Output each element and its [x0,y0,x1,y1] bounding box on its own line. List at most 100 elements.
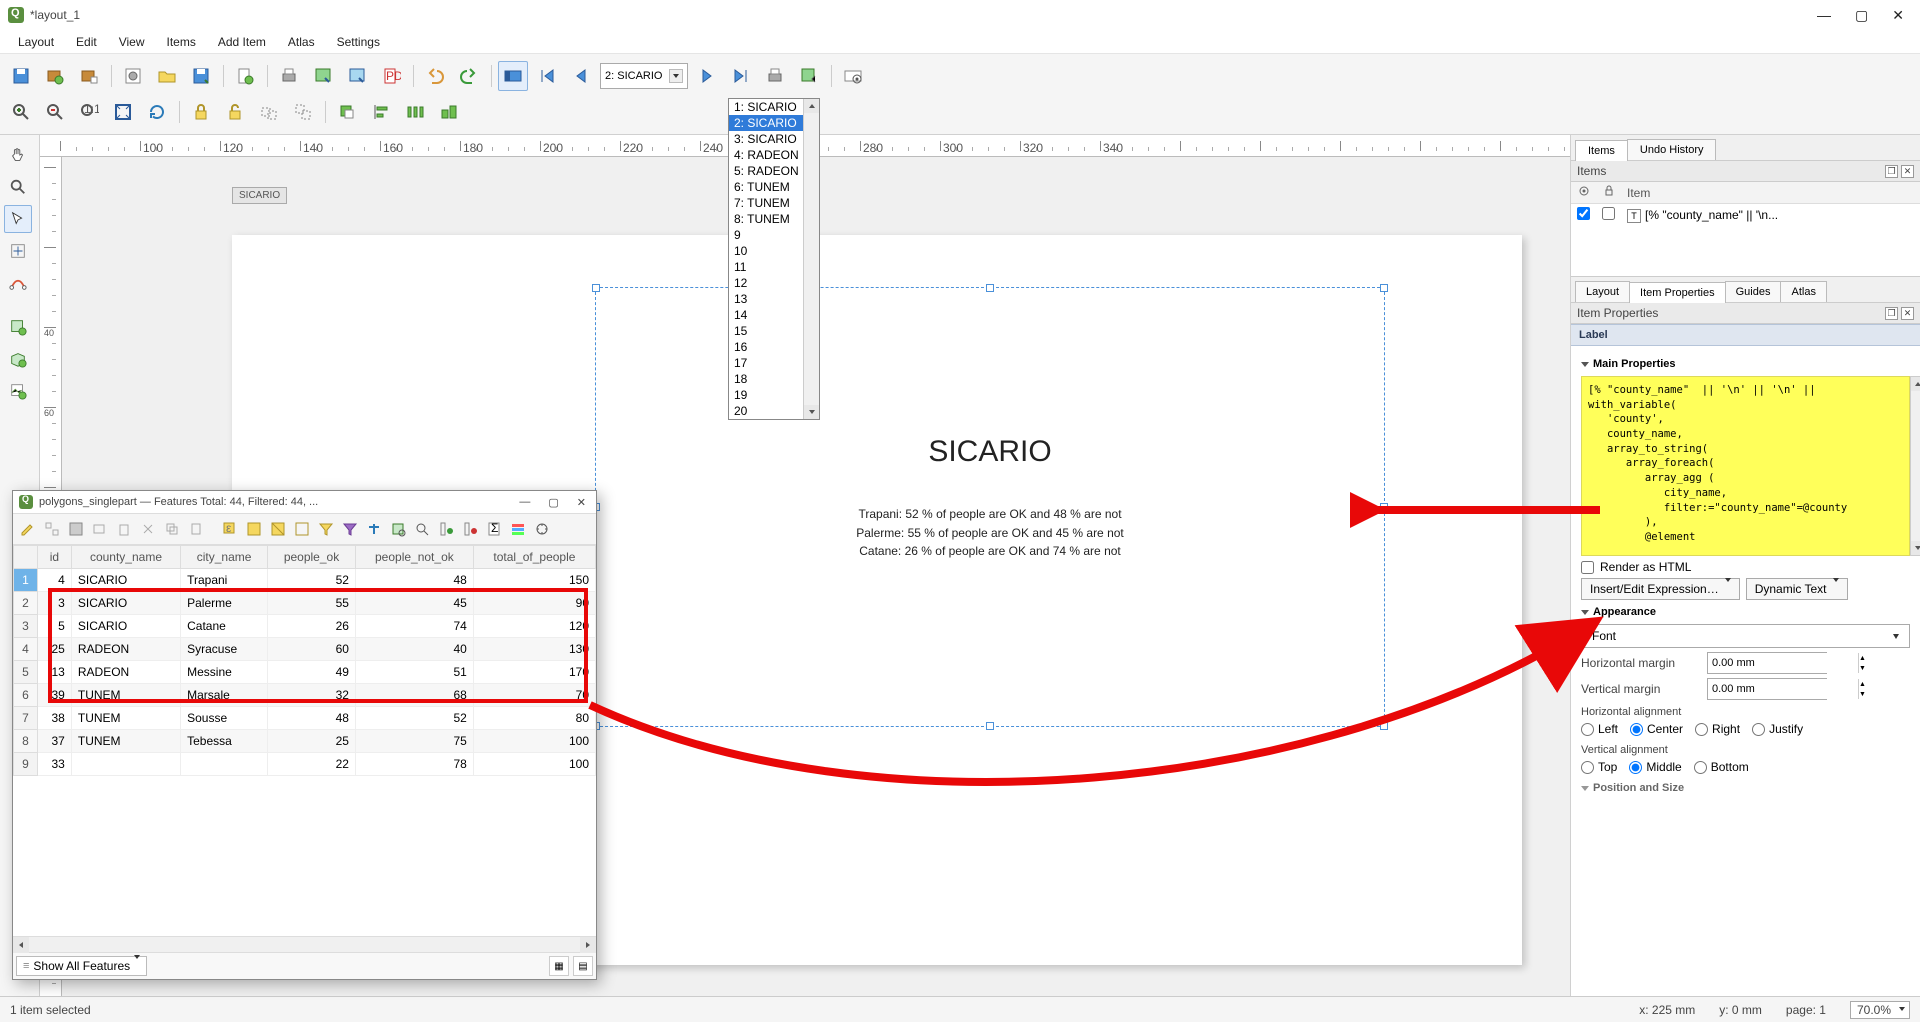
item-visible-checkbox[interactable] [1577,207,1590,220]
unlock-icon[interactable] [220,97,250,127]
deselect-icon[interactable] [291,518,313,540]
table-row[interactable]: 9332278100 [14,753,596,776]
atlas-dropdown-list[interactable]: 1: SICARIO2: SICARIO3: SICARIO4: RADEON5… [728,98,820,420]
field-calc-icon[interactable]: Σ [483,518,505,540]
zoom-actual-icon[interactable]: 1:1 [74,97,104,127]
resize-icon[interactable] [434,97,464,127]
table-row[interactable]: 837TUNEMTebessa2575100 [14,730,596,753]
add-map-icon[interactable] [4,313,32,341]
table-row[interactable]: 513RADEONMessine4951170 [14,661,596,684]
atlas-prev-icon[interactable] [566,61,596,91]
invert-sel-icon[interactable] [267,518,289,540]
close-button[interactable]: ✕ [1892,7,1904,24]
select-all-icon[interactable] [243,518,265,540]
panel-close-icon[interactable]: ✕ [1901,165,1914,178]
save-edits-icon[interactable] [65,518,87,540]
cut-icon[interactable] [137,518,159,540]
zoom-in-icon[interactable] [6,97,36,127]
pan-tool-icon[interactable] [4,141,32,169]
save-as-template-icon[interactable] [186,61,216,91]
delete-feature-icon[interactable] [113,518,135,540]
table-row[interactable]: 639TUNEMMarsale326870 [14,684,596,707]
menu-view[interactable]: View [109,32,155,52]
menu-atlas[interactable]: Atlas [278,32,325,52]
edit-pencil-icon[interactable] [17,518,39,540]
add-3dmap-icon[interactable] [4,345,32,373]
attr-close-button[interactable]: ✕ [577,496,586,509]
distribute-icon[interactable] [400,97,430,127]
table-row[interactable]: 14SICARIOTrapani5248150 [14,569,596,592]
new-layout-icon[interactable] [40,61,70,91]
expression-scrollbar[interactable] [1910,376,1920,556]
table-row[interactable]: 425RADEONSyracuse6040130 [14,638,596,661]
table-row[interactable]: 738TUNEMSousse485280 [14,707,596,730]
align-left-icon[interactable] [366,97,396,127]
tab-undo-history[interactable]: Undo History [1627,139,1717,160]
atlas-feature-combo[interactable]: 2: SICARIO [600,63,688,89]
atlas-last-icon[interactable] [726,61,756,91]
table-view-icon[interactable]: ▦ [549,956,569,976]
select-expr-icon[interactable]: ε [219,518,241,540]
copy-icon[interactable] [161,518,183,540]
tab-item-properties[interactable]: Item Properties [1629,282,1726,303]
move-top-icon[interactable] [363,518,385,540]
move-content-icon[interactable] [4,237,32,265]
attr-maximize-button[interactable]: ▢ [548,496,558,509]
valign-radios[interactable]: Top Middle Bottom [1581,760,1910,774]
panel-close-icon[interactable]: ✕ [1901,307,1914,320]
export-svg-icon[interactable] [342,61,372,91]
actions-icon[interactable] [531,518,553,540]
vmargin-spinner[interactable]: ▲▼ [1707,678,1827,700]
menu-settings[interactable]: Settings [327,32,390,52]
menu-items[interactable]: Items [157,32,206,52]
lock-icon[interactable] [186,97,216,127]
add-feature-icon[interactable] [89,518,111,540]
redo-icon[interactable] [454,61,484,91]
atlas-print-icon[interactable] [760,61,790,91]
export-pdf-icon[interactable]: PDF [376,61,406,91]
table-row[interactable]: 23SICARIOPalerme554590 [14,592,596,615]
menu-add-item[interactable]: Add Item [208,32,276,52]
add-picture-icon[interactable] [4,377,32,405]
expression-textbox[interactable]: [% "county_name" || '\n' || '\n' || with… [1581,376,1910,556]
pan-to-icon[interactable] [387,518,409,540]
font-selector[interactable]: Font [1581,624,1910,648]
open-folder-icon[interactable] [152,61,182,91]
chevron-down-icon[interactable] [669,69,683,83]
filter-sel-icon[interactable] [315,518,337,540]
menu-layout[interactable]: Layout [8,32,64,52]
edit-nodes-icon[interactable] [4,269,32,297]
zoom-full-icon[interactable] [108,97,138,127]
new-column-icon[interactable] [435,518,457,540]
panel-undock-icon[interactable]: ❐ [1885,307,1898,320]
conditional-format-icon[interactable] [507,518,529,540]
atlas-settings-icon[interactable] [838,61,868,91]
save-icon[interactable] [6,61,36,91]
raise-icon[interactable] [332,97,362,127]
minimize-button[interactable]: — [1817,7,1831,24]
attr-hscrollbar[interactable] [13,936,596,952]
group-appearance[interactable]: Appearance [1581,606,1910,618]
tab-guides[interactable]: Guides [1725,281,1782,302]
atlas-export-icon[interactable] [794,61,824,91]
print-icon[interactable] [274,61,304,91]
group-icon[interactable] [254,97,284,127]
table-row[interactable]: 35SICARIOCatane2674120 [14,615,596,638]
zoom-out-icon[interactable] [40,97,70,127]
ungroup-icon[interactable] [288,97,318,127]
dynamic-text-button[interactable]: Dynamic Text [1746,578,1848,600]
delete-column-icon[interactable] [459,518,481,540]
atlas-next-icon[interactable] [692,61,722,91]
show-all-features-button[interactable]: Show All Features [16,956,147,976]
paste-icon[interactable] [185,518,207,540]
layout-manager-icon[interactable] [118,61,148,91]
tab-items[interactable]: Items [1575,140,1628,161]
panel-undock-icon[interactable]: ❐ [1885,165,1898,178]
menu-edit[interactable]: Edit [66,32,107,52]
group-main-properties[interactable]: Main Properties [1581,358,1910,370]
filter-icon[interactable] [339,518,361,540]
attribute-table-window[interactable]: polygons_singlepart — Features Total: 44… [12,490,597,980]
form-view-icon[interactable]: ▤ [573,956,593,976]
item-locked-checkbox[interactable] [1602,207,1615,220]
hmargin-spinner[interactable]: ▲▼ [1707,652,1827,674]
